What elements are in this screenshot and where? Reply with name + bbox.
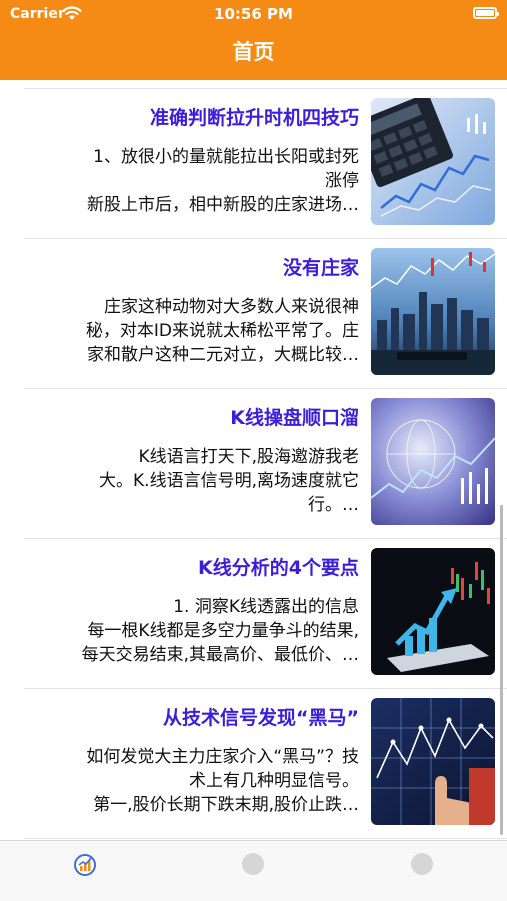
summary-line: 家和散户这种二元对立，大概比较… <box>87 345 359 365</box>
summary-line: 1. 洞察K线透露出的信息 <box>173 597 359 617</box>
scrollbar[interactable] <box>500 505 503 835</box>
placeholder-circle-icon <box>411 853 433 875</box>
summary-line: 第一,股价长期下跌末期,股价止跌… <box>93 795 359 815</box>
article-title: K线分析的4个要点 <box>198 557 359 579</box>
article-title: 准确判断拉升时机四技巧 <box>149 107 359 129</box>
summary-line: 如何发觉大主力庄家介入“黑马”？技 <box>86 747 359 767</box>
article-title: 从技术信号发现“黑马” <box>163 707 359 729</box>
tab-third[interactable] <box>411 853 435 877</box>
battery-icon <box>473 7 499 19</box>
header: Carrier 10:56 PM 首页 <box>0 0 507 80</box>
tab-bar <box>0 840 507 901</box>
tab-home[interactable] <box>73 853 97 877</box>
summary-line: 行。… <box>308 495 359 515</box>
summary-line: 术上有几种明显信号。 <box>189 771 359 791</box>
calculator-stock-chart-image <box>371 98 495 225</box>
summary-line: 1、放很小的量就能拉出长阳或封死 <box>93 147 359 167</box>
summary-line: 秘，对本ID来说就太稀松平常了。庄 <box>85 321 359 341</box>
article-summary: 如何发觉大主力庄家介入“黑马”？技 术上有几种明显信号。 第一,股价长期下跌末期… <box>20 745 359 817</box>
article-summary: 庄家这种动物对大多数人来说很神 秘，对本ID来说就太稀松平常了。庄 家和散户这种… <box>20 295 359 367</box>
article-summary: 1、放很小的量就能拉出长阳或封死 涨停 新股上市后，相中新股的庄家进场… <box>20 145 359 217</box>
globe-network-image <box>371 398 495 525</box>
summary-line: 新股上市后，相中新股的庄家进场… <box>87 195 359 215</box>
article-row[interactable]: K线分析的4个要点 1. 洞察K线透露出的信息 每一根K线都是多空力量争斗的结果… <box>0 539 507 689</box>
summary-line: 大。K.线语言信号明,离场速度就它 <box>99 471 359 491</box>
placeholder-circle-icon <box>242 853 264 875</box>
article-row[interactable]: 从技术信号发现“黑马” 如何发觉大主力庄家介入“黑马”？技 术上有几种明显信号。… <box>0 689 507 839</box>
divider <box>24 838 507 839</box>
article-row[interactable]: 准确判断拉升时机四技巧 1、放很小的量就能拉出长阳或封死 涨停 新股上市后，相中… <box>0 89 507 239</box>
summary-line: 涨停 <box>325 171 359 191</box>
article-summary: K线语言打天下,股海邀游我老 大。K.线语言信号明,离场速度就它 行。… <box>20 445 359 517</box>
status-bar: Carrier 10:56 PM <box>0 0 507 28</box>
article-row[interactable]: K线操盘顺口溜 K线语言打天下,股海邀游我老 大。K.线语言信号明,离场速度就它… <box>0 389 507 539</box>
article-title: K线操盘顺口溜 <box>230 407 359 429</box>
summary-line: 庄家这种动物对大多数人来说很神 <box>104 297 359 317</box>
summary-line: 每天交易结束,其最高价、最低价、… <box>81 645 359 665</box>
article-title: 没有庄家 <box>282 257 359 279</box>
hand-touch-chart-image <box>371 698 495 825</box>
summary-line: K线语言打天下,股海邀游我老 <box>138 447 359 467</box>
article-row[interactable]: 没有庄家 庄家这种动物对大多数人来说很神 秘，对本ID来说就太稀松平常了。庄 家… <box>0 239 507 389</box>
clock: 10:56 PM <box>214 5 293 23</box>
page-title: 首页 <box>232 40 275 64</box>
article-summary: 1. 洞察K线透露出的信息 每一根K线都是多空力量争斗的结果, 每天交易结束,其… <box>20 595 359 667</box>
article-list[interactable]: 准确判断拉升时机四技巧 1、放很小的量就能拉出长阳或封死 涨停 新股上市后，相中… <box>0 80 507 840</box>
chart-home-icon <box>74 854 96 876</box>
tab-second[interactable] <box>242 853 266 877</box>
city-skyline-chart-image <box>371 248 495 375</box>
tablet-growth-arrow-image <box>371 548 495 675</box>
summary-line: 每一根K线都是多空力量争斗的结果, <box>87 621 359 641</box>
